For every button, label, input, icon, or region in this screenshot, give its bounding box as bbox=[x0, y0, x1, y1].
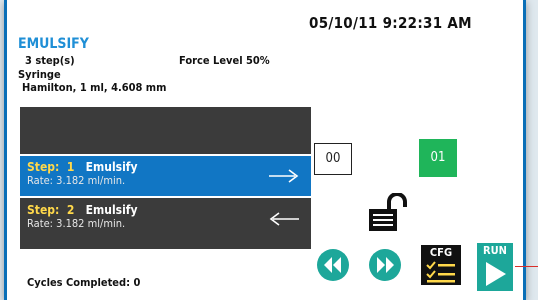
step-number: Step: 2 bbox=[27, 203, 75, 217]
cfg-button[interactable]: CFG bbox=[421, 245, 461, 285]
right-arrow-icon bbox=[269, 169, 299, 183]
steps-panel: Step: 1 Emulsify Rate: 3.182 ml/min. Ste… bbox=[20, 107, 311, 249]
lock-open-icon[interactable] bbox=[367, 193, 409, 233]
run-button[interactable]: RUN bbox=[477, 243, 513, 291]
callout-line bbox=[515, 266, 538, 267]
checklist-icon bbox=[426, 261, 455, 283]
step-rate: Rate: 3.182 ml/min. bbox=[27, 217, 126, 230]
step-row-2[interactable]: Step: 2 Emulsify Rate: 3.182 ml/min. bbox=[20, 199, 311, 239]
datetime-display: 05/10/11 9:22:31 AM bbox=[309, 14, 472, 32]
fast-forward-icon[interactable] bbox=[368, 248, 402, 282]
counter-box-right[interactable]: 01 bbox=[419, 139, 457, 177]
step-name: Emulsify bbox=[85, 160, 138, 174]
force-level: Force Level 50% bbox=[179, 54, 270, 67]
cycles-completed: Cycles Completed: 0 bbox=[27, 276, 141, 289]
step-row-1[interactable]: Step: 1 Emulsify Rate: 3.182 ml/min. bbox=[20, 154, 311, 198]
step-rate: Rate: 3.182 ml/min. bbox=[27, 174, 126, 187]
device-screen: 05/10/11 9:22:31 AM EMULSIFY 3 step(s) F… bbox=[4, 0, 526, 300]
left-arrow-icon bbox=[269, 212, 299, 226]
run-label: RUN bbox=[483, 244, 507, 257]
cfg-label: CFG bbox=[429, 246, 453, 259]
syringe-label: Syringe bbox=[18, 68, 61, 81]
steps-count: 3 step(s) bbox=[25, 54, 75, 67]
play-icon bbox=[486, 262, 506, 286]
step-number: Step: 1 bbox=[27, 160, 75, 174]
rewind-icon[interactable] bbox=[316, 248, 350, 282]
step-title: Step: 1 Emulsify bbox=[27, 160, 138, 174]
counter-box-left[interactable]: 00 bbox=[314, 143, 352, 175]
step-title: Step: 2 Emulsify bbox=[27, 203, 138, 217]
step-name: Emulsify bbox=[85, 203, 138, 217]
syringe-value: Hamilton, 1 ml, 4.608 mm bbox=[22, 81, 167, 94]
method-title: EMULSIFY bbox=[18, 36, 89, 52]
